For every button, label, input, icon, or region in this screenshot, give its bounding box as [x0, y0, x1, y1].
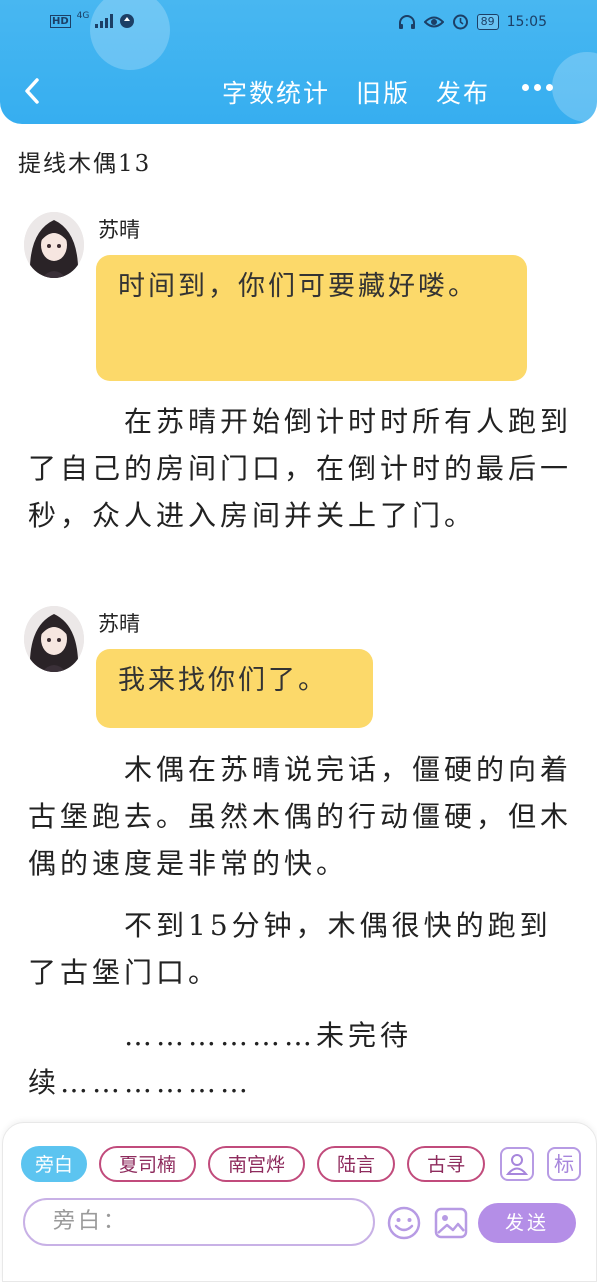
avatar	[24, 606, 84, 672]
network-label: 4G	[76, 11, 90, 21]
page-title: 提线木偶13	[18, 151, 152, 177]
speaker-name: 苏晴	[98, 612, 140, 636]
role-chip-narration[interactable]: 旁白	[21, 1146, 88, 1182]
composer-panel: 旁白 夏司楠 南宫烨 陆言 古寻 标 旁白： 发送	[2, 1122, 597, 1282]
person-card-icon	[505, 1154, 529, 1175]
tag-button[interactable]: 标	[547, 1147, 581, 1181]
headphones-icon	[398, 14, 415, 29]
back-button[interactable]	[18, 76, 48, 106]
role-chip[interactable]: 南宫烨	[208, 1146, 306, 1182]
role-chip-bar[interactable]: 旁白 夏司楠 南宫烨 陆言 古寻	[21, 1146, 485, 1186]
send-button[interactable]: 发送	[478, 1203, 576, 1243]
chevron-left-icon	[25, 78, 39, 104]
more-button[interactable]	[522, 84, 558, 94]
speaker-name: 苏晴	[98, 218, 140, 242]
alarm-icon	[452, 14, 468, 30]
hd-icon: HD	[50, 14, 71, 28]
nav-actions: 字数统计 旧版 发布	[222, 74, 490, 110]
app-header: HD 4G 89 15:05 字数统计 旧版 发布	[0, 0, 597, 124]
word-count-button[interactable]: 字数统计	[222, 74, 330, 110]
emoji-button[interactable]	[386, 1205, 422, 1241]
narration-paragraph: 在苏晴开始倒计时时所有人跑到了自己的房间门口，在倒计时的最后一秒，众人进入房间并…	[28, 405, 573, 532]
smiley-icon	[387, 1206, 421, 1240]
role-chip[interactable]: 古寻	[407, 1146, 485, 1182]
dialogue-message[interactable]: 苏晴 时间到，你们可要藏好喽。	[24, 212, 534, 384]
role-manage-button[interactable]	[500, 1147, 534, 1181]
nav-bar: 字数统计 旧版 发布	[0, 66, 597, 116]
narration-paragraph: ………………未完待续………………	[28, 1019, 413, 1099]
image-button[interactable]	[433, 1205, 469, 1241]
avatar	[24, 212, 84, 278]
4g-signal-icon	[95, 14, 114, 28]
narration-paragraph: 木偶在苏晴说完话，僵硬的向着古堡跑去。虽然木偶的行动僵硬，但木偶的速度是非常的快…	[28, 753, 573, 880]
data-saver-icon	[120, 14, 135, 28]
clock-time: 15:05	[506, 13, 547, 30]
publish-button[interactable]: 发布	[436, 74, 490, 110]
narration-paragraph: 不到15分钟，木偶很快的跑到了古堡门口。	[28, 909, 552, 989]
speech-bubble: 我来找你们了。	[96, 649, 373, 728]
role-chip[interactable]: 夏司楠	[99, 1146, 197, 1182]
eye-icon	[423, 16, 444, 27]
more-dots-icon	[522, 84, 529, 91]
message-input[interactable]: 旁白：	[23, 1198, 375, 1246]
dialogue-message[interactable]: 苏晴 我来找你们了。	[24, 606, 534, 730]
battery-icon: 89	[476, 13, 499, 30]
status-bar: HD 4G 89 15:05	[0, 8, 597, 38]
speech-bubble: 时间到，你们可要藏好喽。	[96, 255, 527, 381]
role-chip[interactable]: 陆言	[317, 1146, 396, 1182]
old-version-button[interactable]: 旧版	[356, 74, 410, 110]
image-icon	[434, 1207, 468, 1239]
